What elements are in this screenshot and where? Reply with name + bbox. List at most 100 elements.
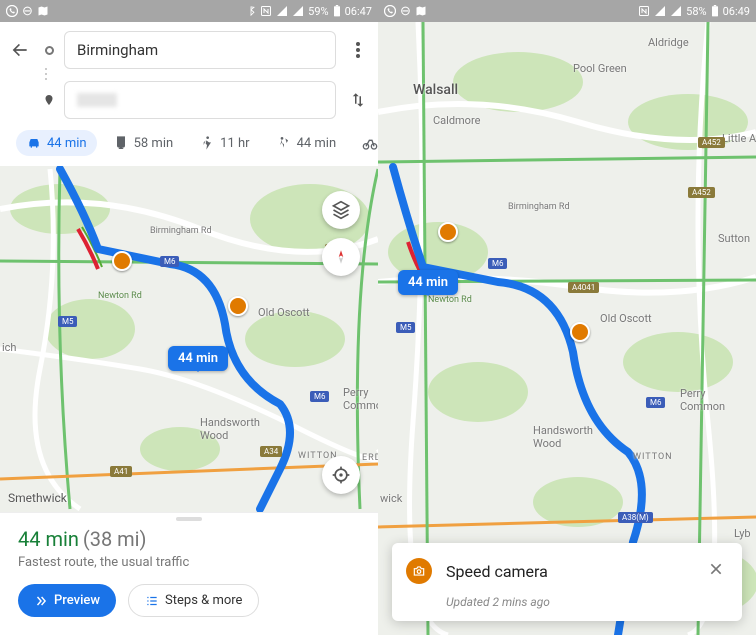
notif-dash-icon: ⊖ bbox=[22, 4, 33, 19]
list-icon bbox=[145, 594, 159, 608]
badge-a41: A41 bbox=[110, 466, 132, 477]
label-walsall: Walsall bbox=[413, 82, 458, 98]
speed-camera-pin[interactable] bbox=[438, 222, 458, 242]
mode-cycle[interactable]: 3 hr bbox=[352, 130, 378, 156]
map-view[interactable]: Walsall Caldmore Pool Green Aldridge Lit… bbox=[378, 22, 756, 635]
signal-icon bbox=[276, 5, 288, 17]
drag-handle-icon[interactable] bbox=[176, 517, 202, 521]
label-caldmore: Caldmore bbox=[433, 114, 480, 127]
badge-a4041: A4041 bbox=[568, 282, 599, 293]
whatsapp-icon bbox=[6, 5, 18, 17]
mode-transit-label: 58 min bbox=[134, 136, 174, 151]
summary-time: 44 min bbox=[18, 527, 79, 551]
toast-title: Speed camera bbox=[446, 562, 690, 581]
search-panel: Birmingham 44 min bbox=[0, 22, 378, 166]
steps-button[interactable]: Steps & more bbox=[128, 584, 259, 617]
badge-a452b: A452 bbox=[688, 187, 715, 198]
overflow-menu-button[interactable] bbox=[344, 30, 372, 70]
label-perry: Perry Common bbox=[343, 386, 378, 412]
back-button[interactable] bbox=[6, 30, 34, 70]
label-aldridge: Aldridge bbox=[648, 36, 689, 49]
label-birmingham-rd: Birmingham Rd bbox=[508, 202, 570, 212]
toast-close-button[interactable] bbox=[704, 557, 728, 585]
maps-icon bbox=[415, 5, 427, 17]
compass-icon bbox=[332, 248, 350, 266]
speed-camera-pin[interactable] bbox=[570, 322, 590, 342]
arrow-left-icon bbox=[10, 40, 30, 60]
battery-icon bbox=[711, 5, 719, 17]
label-handsworth: Handsworth Wood bbox=[200, 416, 260, 442]
my-location-button[interactable] bbox=[322, 456, 360, 494]
nfc-icon bbox=[638, 5, 650, 17]
camera-icon bbox=[406, 558, 432, 584]
signal-icon bbox=[654, 5, 666, 17]
label-newton-rd: Newton Rd bbox=[428, 295, 472, 305]
speed-camera-pin[interactable] bbox=[228, 296, 248, 316]
toast-subtitle: Updated 2 mins ago bbox=[446, 595, 728, 609]
bike-icon bbox=[362, 135, 378, 151]
train-icon bbox=[113, 135, 129, 151]
battery-icon bbox=[333, 5, 341, 17]
mode-rideshare[interactable]: 44 min bbox=[266, 130, 347, 156]
chevrons-right-icon bbox=[34, 594, 48, 608]
mode-transit[interactable]: 58 min bbox=[103, 130, 184, 156]
signal-icon-2 bbox=[670, 5, 682, 17]
route-time-badge: 44 min bbox=[398, 270, 458, 295]
rideshare-icon bbox=[276, 135, 292, 151]
label-little-a: Little A bbox=[722, 132, 756, 145]
battery-pct: 59% bbox=[308, 5, 328, 18]
mode-drive[interactable]: 44 min bbox=[16, 130, 97, 156]
origin-input[interactable]: Birmingham bbox=[64, 31, 336, 69]
label-erd: ERD bbox=[362, 453, 378, 463]
location-target-icon bbox=[331, 465, 351, 485]
status-bar: ⊖ 59% 06:47 bbox=[0, 0, 378, 22]
nfc-icon bbox=[260, 5, 272, 17]
badge-m5: M5 bbox=[58, 316, 77, 327]
map-view[interactable]: Birmingham Rd Newton Rd Old Oscott Hands… bbox=[0, 166, 378, 512]
speed-camera-pin[interactable] bbox=[112, 251, 132, 271]
mode-walk-label: 11 hr bbox=[220, 136, 249, 151]
mode-drive-label: 44 min bbox=[47, 136, 87, 151]
compass-button[interactable] bbox=[322, 238, 360, 276]
badge-m6b: M6 bbox=[310, 391, 329, 402]
label-witton: WITTON bbox=[633, 452, 673, 462]
badge-m6a: M6 bbox=[488, 258, 507, 269]
badge-m6b: M6 bbox=[646, 397, 665, 408]
battery-pct: 58% bbox=[686, 5, 706, 18]
origin-marker-icon bbox=[45, 46, 54, 55]
label-wick: wick bbox=[380, 492, 402, 505]
clock: 06:49 bbox=[723, 5, 750, 18]
whatsapp-icon bbox=[384, 5, 396, 17]
swap-button[interactable] bbox=[344, 80, 372, 120]
label-pool-green: Pool Green bbox=[573, 62, 627, 75]
summary-distance: (38 mi) bbox=[83, 527, 147, 551]
route-summary-card[interactable]: 44 min (38 mi) Fastest route, the usual … bbox=[0, 512, 378, 635]
badge-a38m: A38(M) bbox=[618, 512, 653, 523]
badge-a34: A34 bbox=[260, 446, 282, 457]
badge-m6a: M6 bbox=[160, 256, 179, 267]
badge-m5: M5 bbox=[396, 322, 415, 333]
label-sutton: Sutton bbox=[718, 232, 750, 245]
label-perry: Perry Common bbox=[680, 387, 725, 413]
swap-vertical-icon bbox=[349, 91, 367, 109]
speed-camera-toast: Speed camera Updated 2 mins ago bbox=[392, 543, 742, 621]
label-handsworth: Handsworth Wood bbox=[533, 424, 593, 450]
signal-icon-2 bbox=[292, 5, 304, 17]
phone-left: ⊖ 59% 06:47 Birmingham bbox=[0, 0, 378, 635]
destination-pin-icon bbox=[43, 93, 55, 107]
mode-rideshare-label: 44 min bbox=[297, 136, 337, 151]
mode-walk[interactable]: 11 hr bbox=[189, 130, 259, 156]
label-lich: ich bbox=[2, 341, 17, 354]
walk-icon bbox=[199, 135, 215, 151]
badge-a452a: A452 bbox=[698, 137, 725, 148]
destination-input[interactable] bbox=[64, 81, 336, 119]
dots-vertical-icon bbox=[356, 42, 360, 58]
mode-tabs: 44 min 58 min 11 hr 44 min 3 hr bbox=[6, 120, 372, 166]
label-smethwick: Smethwick bbox=[8, 491, 67, 505]
route-connector-icon bbox=[42, 68, 47, 80]
preview-button[interactable]: Preview bbox=[18, 584, 116, 617]
label-birmingham-rd: Birmingham Rd bbox=[150, 226, 212, 236]
clock: 06:47 bbox=[345, 5, 372, 18]
summary-description: Fastest route, the usual traffic bbox=[18, 555, 360, 570]
layers-button[interactable] bbox=[322, 191, 360, 229]
